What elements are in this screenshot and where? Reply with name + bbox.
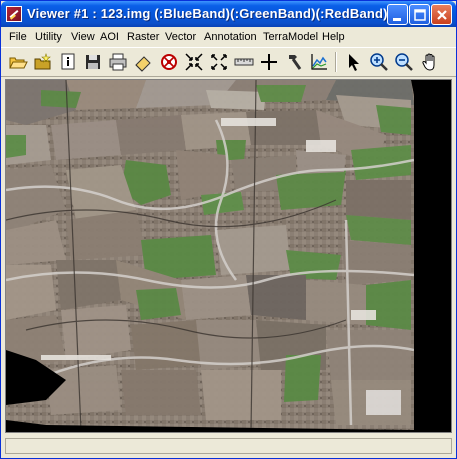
image-canvas[interactable] <box>5 79 452 433</box>
hammer-icon <box>289 55 302 70</box>
zoom-out-button[interactable] <box>393 51 415 73</box>
pan-button[interactable] <box>419 51 441 73</box>
satellite-image <box>6 80 451 432</box>
menu-aoi[interactable]: AOI <box>100 30 119 44</box>
measure-button[interactable] <box>233 51 255 73</box>
profile-icon <box>311 54 327 70</box>
menu-help[interactable]: Help <box>322 30 345 44</box>
pan-hand-icon <box>422 53 435 71</box>
menu-annotation[interactable]: Annotation <box>204 30 257 44</box>
minimize-icon <box>393 18 401 21</box>
print-button[interactable] <box>107 51 129 73</box>
menu-view[interactable]: View <box>71 30 95 44</box>
crosshair-button[interactable] <box>258 51 280 73</box>
menu-utility[interactable]: Utility <box>35 30 62 44</box>
zoom-out-icon <box>395 53 413 71</box>
new-button[interactable] <box>32 51 54 73</box>
tools-button[interactable] <box>283 51 305 73</box>
toolbar-separator <box>335 52 337 72</box>
minimize-button[interactable] <box>387 4 408 25</box>
open-folder-icon <box>9 57 28 69</box>
close-icon <box>437 10 447 20</box>
viewer-window: Viewer #1 : 123.img (:BlueBand)(:GreenBa… <box>0 0 457 459</box>
viewer-app-icon <box>6 6 22 22</box>
save-button[interactable] <box>82 51 104 73</box>
print-icon <box>109 53 127 71</box>
fit-button[interactable] <box>208 51 230 73</box>
select-arrow-icon <box>349 54 359 71</box>
window-title: Viewer #1 : 123.img (:BlueBand)(:GreenBa… <box>27 6 388 21</box>
measure-icon <box>234 58 254 66</box>
close-button[interactable] <box>431 4 452 25</box>
menu-raster[interactable]: Raster <box>127 30 159 44</box>
zoom-in-arrows-icon <box>185 53 203 71</box>
new-folder-icon <box>34 53 51 70</box>
zoom-in-button[interactable] <box>368 51 390 73</box>
link-button[interactable] <box>158 51 180 73</box>
menu-file[interactable]: File <box>9 30 27 44</box>
menu-terramodel[interactable]: TerraModel <box>263 30 318 44</box>
info-icon <box>61 53 75 70</box>
toolbar <box>1 47 456 77</box>
menu-bar: File Utility View AOI Raster Vector Anno… <box>1 28 456 46</box>
title-bar[interactable]: Viewer #1 : 123.img (:BlueBand)(:GreenBa… <box>1 1 456 27</box>
maximize-button[interactable] <box>409 4 430 25</box>
profile-button[interactable] <box>308 51 330 73</box>
eraser-icon <box>135 56 151 72</box>
menu-vector[interactable]: Vector <box>165 30 196 44</box>
maximize-icon <box>414 9 426 21</box>
target-icon <box>161 54 177 70</box>
zoom-in-arrows-button[interactable] <box>183 51 205 73</box>
info-button[interactable] <box>57 51 79 73</box>
select-button[interactable] <box>343 51 365 73</box>
eraser-button[interactable] <box>132 51 154 73</box>
open-button[interactable] <box>7 51 29 73</box>
zoom-in-icon <box>370 53 388 71</box>
status-bar <box>5 438 452 454</box>
save-icon <box>86 55 100 69</box>
crosshair-icon <box>261 54 277 70</box>
fit-arrows-icon <box>211 54 227 70</box>
